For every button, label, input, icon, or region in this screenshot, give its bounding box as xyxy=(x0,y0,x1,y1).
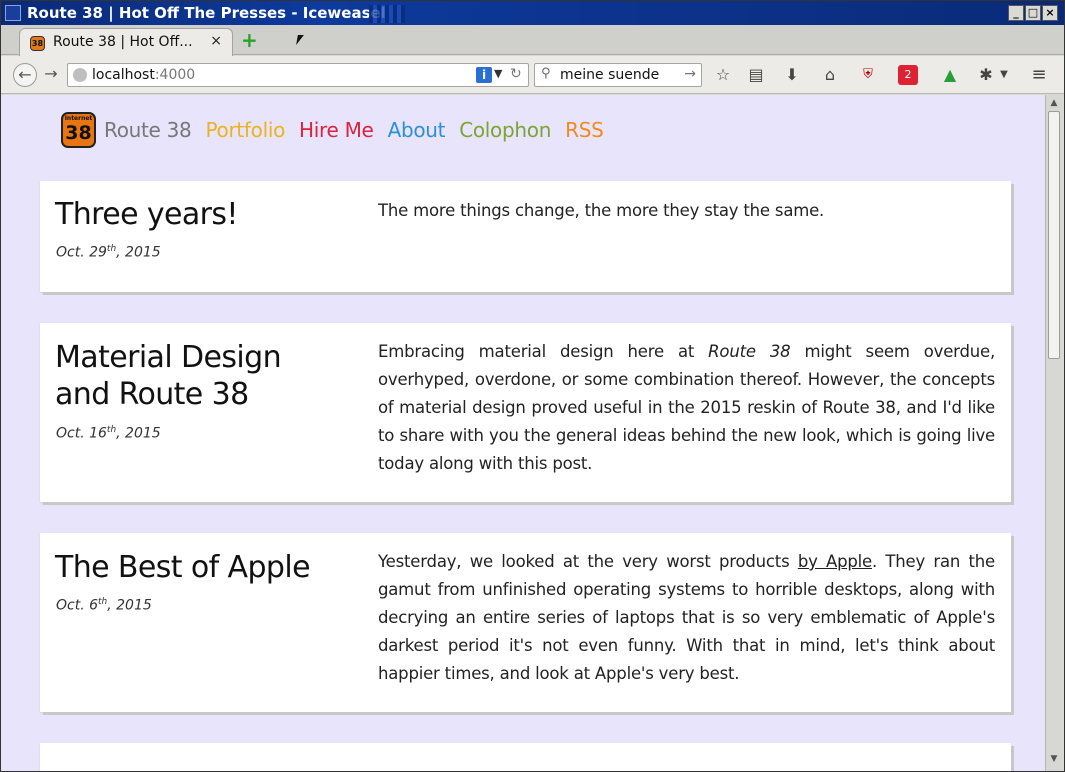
vertical-scrollbar[interactable]: ▲ ▼ xyxy=(1045,95,1062,771)
close-window-button[interactable]: × xyxy=(1042,5,1058,21)
nav-brand-link[interactable]: Route 38 xyxy=(104,118,192,142)
route38-logo[interactable]: Internet 38 xyxy=(61,112,96,148)
minimize-button[interactable]: _ xyxy=(1008,5,1024,21)
info-icon[interactable]: i xyxy=(476,67,492,83)
page-viewport: Internet 38 Route 38 Portfolio Hire Me A… xyxy=(1,95,1045,771)
post-date: Oct. 6th, 2015 xyxy=(56,597,152,614)
scroll-up-icon[interactable]: ▲ xyxy=(1048,97,1060,109)
post-excerpt: The more things change, the more they st… xyxy=(378,201,825,220)
star-icon[interactable]: ☆ xyxy=(713,65,733,85)
url-bar[interactable]: localhost:4000 i ▼ ↻ xyxy=(67,63,529,87)
addon-badge-icon[interactable]: 2 xyxy=(898,65,918,85)
nav-rss-link[interactable]: RSS xyxy=(565,118,604,142)
titlebar-decoration xyxy=(369,5,405,23)
scrollbar-thumb[interactable] xyxy=(1048,111,1060,359)
route38-favicon-icon: 38 xyxy=(30,36,45,51)
bug-dropdown-icon[interactable]: ▼ xyxy=(994,65,1014,85)
download-icon[interactable]: ⬇ xyxy=(782,65,802,85)
navigation-toolbar: ← → localhost:4000 i ▼ ↻ ⚲ meine suende … xyxy=(1,56,1064,94)
new-tab-button[interactable]: + xyxy=(241,30,258,50)
by-apple-link[interactable]: by Apple xyxy=(798,552,872,571)
back-button[interactable]: ← xyxy=(13,63,37,87)
bug-icon[interactable]: ✱ xyxy=(976,65,996,85)
search-go-icon[interactable]: → xyxy=(684,66,696,82)
nav-hire-me-link[interactable]: Hire Me xyxy=(299,118,374,142)
post-excerpt: Embracing material design here at Route … xyxy=(378,342,995,473)
tab-route38[interactable]: 38 Route 38 | Hot Off... × xyxy=(19,28,233,56)
post-excerpt: Yesterday, we looked at the very worst p… xyxy=(378,552,995,683)
post-date: Oct. 16th, 2015 xyxy=(56,425,161,442)
drive-icon[interactable]: ▲ xyxy=(940,65,960,85)
search-input[interactable]: meine suende xyxy=(560,67,659,83)
tab-bar: 38 Route 38 | Hot Off... × + xyxy=(1,25,1064,56)
maximize-button[interactable]: □ xyxy=(1025,5,1041,21)
post-card: The Best of Apple Oct. 6th, 2015 Yesterd… xyxy=(40,533,1011,712)
url-text[interactable]: localhost:4000 xyxy=(92,67,195,83)
post-card-partial xyxy=(40,743,1011,771)
browser-window: Route 38 | Hot Off The Presses - Iceweas… xyxy=(0,0,1065,772)
reload-icon[interactable]: ↻ xyxy=(510,66,522,82)
post-date: Oct. 29th, 2015 xyxy=(56,244,161,261)
search-bar[interactable]: ⚲ meine suende → xyxy=(534,63,702,87)
window-title: Route 38 | Hot Off The Presses - Iceweas… xyxy=(27,4,386,22)
post-card: Three years! Oct. 29th, 2015 The more th… xyxy=(40,181,1011,292)
nav-about-link[interactable]: About xyxy=(388,118,446,142)
home-icon[interactable]: ⌂ xyxy=(820,65,840,85)
tab-title: Route 38 | Hot Off... xyxy=(53,34,193,50)
scroll-down-icon[interactable]: ▼ xyxy=(1048,753,1060,765)
post-title[interactable]: The Best of Apple xyxy=(55,549,311,586)
post-title[interactable]: Three years! xyxy=(55,196,238,233)
ublock-icon[interactable]: ⛨ xyxy=(858,65,878,85)
post-card: Material Design and Route 38 Oct. 16th, 2… xyxy=(40,323,1011,502)
app-icon[interactable] xyxy=(5,5,21,21)
reading-list-icon[interactable]: ▤ xyxy=(746,65,766,85)
title-bar: Route 38 | Hot Off The Presses - Iceweas… xyxy=(1,1,1064,25)
tab-close-icon[interactable]: × xyxy=(210,33,222,49)
nav-portfolio-link[interactable]: Portfolio xyxy=(205,118,285,142)
dropdown-arrow-icon[interactable]: ▼ xyxy=(494,67,502,80)
forward-button[interactable]: → xyxy=(39,63,63,87)
post-title[interactable]: Material Design and Route 38 xyxy=(55,339,282,413)
globe-icon xyxy=(73,68,87,82)
menu-icon[interactable]: ≡ xyxy=(1029,65,1049,85)
nav-colophon-link[interactable]: Colophon xyxy=(459,118,551,142)
site-nav: Internet 38 Route 38 Portfolio Hire Me A… xyxy=(61,111,617,149)
search-icon: ⚲ xyxy=(541,66,551,81)
